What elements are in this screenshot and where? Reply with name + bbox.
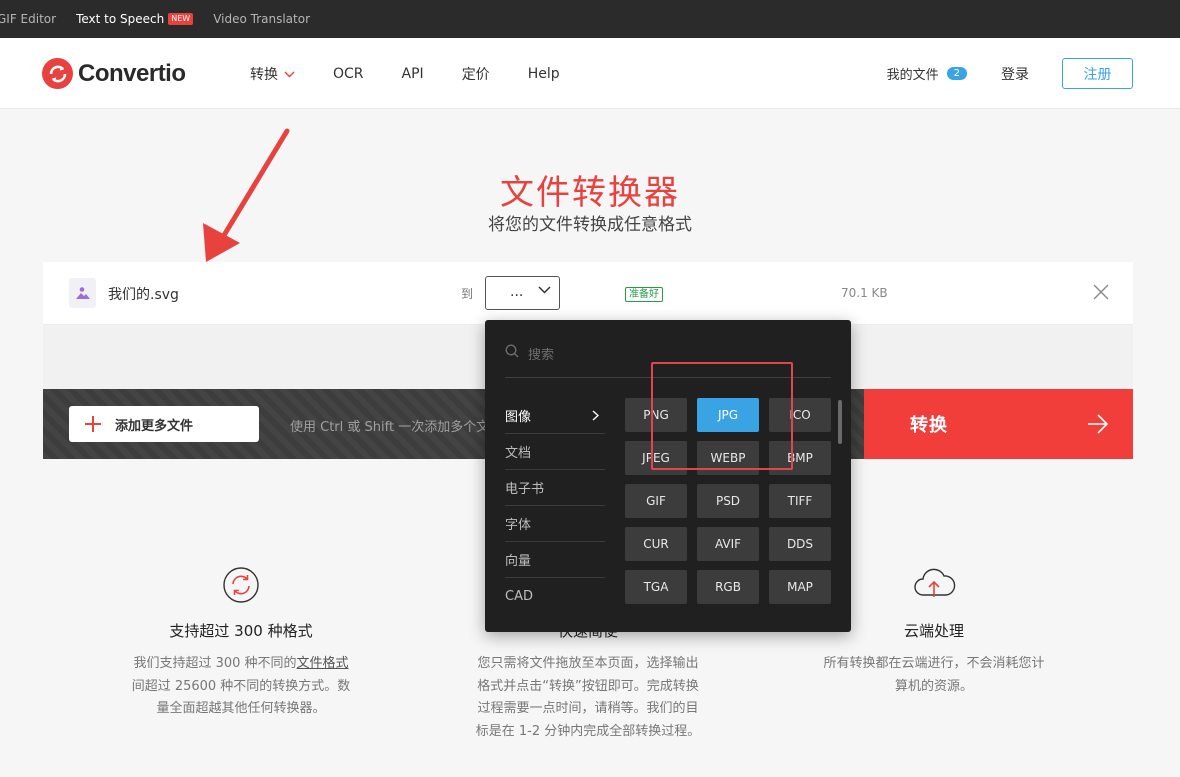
file-row: 我们的.svg 到 ... 准备好 70.1 KB bbox=[43, 262, 1133, 325]
feature-desc-line: 您只需将文件拖放至本页面，选择输出 bbox=[477, 656, 699, 671]
header-actions: 我的文件 2 登录 注册 bbox=[887, 58, 1133, 89]
feature-desc-line: 算机的资源。 bbox=[894, 678, 973, 694]
chevron-right-icon bbox=[592, 410, 599, 421]
topbar-link-gif-editor[interactable]: GIF Editor bbox=[0, 12, 56, 26]
format-option-avif[interactable]: AVIF bbox=[697, 527, 759, 561]
convert-label: 转换 bbox=[910, 415, 948, 436]
feature-title: 支持超过 300 种格式 bbox=[169, 622, 313, 640]
format-select[interactable]: ... bbox=[485, 276, 560, 310]
category-vector[interactable]: 向量 bbox=[505, 542, 605, 578]
my-files-label: 我的文件 bbox=[886, 68, 939, 83]
feature-description: 我们支持超过 300 种不同的文件格式 间超过 25600 种不同的转换方式。数… bbox=[96, 653, 386, 721]
main-nav: 转换 OCR API 定价 Help bbox=[250, 64, 598, 84]
format-option-tga[interactable]: TGA bbox=[625, 570, 687, 604]
file-formats-link[interactable]: 文件格式 bbox=[297, 656, 349, 671]
topbar-link-video-translator[interactable]: Video Translator bbox=[213, 12, 310, 26]
feature-desc-line: 间超过 25600 种不同的转换方式。数 bbox=[131, 678, 351, 694]
feature-desc-line: 过程需要一点时间，请稍等。我们的目 bbox=[477, 701, 699, 716]
page-title: 文件转换器 bbox=[500, 173, 680, 213]
feature-formats: 支持超过 300 种格式 我们支持超过 300 种不同的文件格式 间超过 256… bbox=[96, 565, 386, 721]
logo-text: Convertio bbox=[78, 59, 186, 87]
category-ebook[interactable]: 电子书 bbox=[505, 470, 605, 506]
nav-ocr[interactable]: OCR bbox=[333, 64, 364, 84]
chevron-down-icon bbox=[538, 286, 551, 294]
nav-help[interactable]: Help bbox=[528, 64, 560, 84]
format-option-tiff[interactable]: TIFF bbox=[769, 484, 831, 518]
format-option-cur[interactable]: CUR bbox=[625, 527, 687, 561]
nav-api[interactable]: API bbox=[402, 64, 424, 84]
feature-description: 所有转换都在云端进行，不会消耗您计 算机的资源。 bbox=[789, 653, 1079, 698]
topbar-link-text-to-speech[interactable]: Text to Speech NEW bbox=[76, 12, 194, 26]
feature-desc-line: 标是在 1-2 分钟内完成全部转换过程。 bbox=[475, 723, 701, 739]
refresh-icon bbox=[96, 565, 386, 605]
to-label: 到 bbox=[461, 287, 474, 301]
status-badge: 准备好 bbox=[625, 287, 663, 302]
logo[interactable]: Convertio bbox=[42, 58, 186, 89]
nav-convert[interactable]: 转换 bbox=[250, 64, 295, 84]
top-product-bar: GIF Editor Text to Speech NEW Video Tran… bbox=[0, 0, 1180, 38]
nav-label: 转换 bbox=[250, 67, 278, 83]
plus-icon bbox=[85, 416, 101, 432]
image-file-icon bbox=[69, 278, 96, 308]
site-header: Convertio 转换 OCR API 定价 Help 我的文件 2 登录 注… bbox=[0, 38, 1180, 109]
format-option-psd[interactable]: PSD bbox=[697, 484, 759, 518]
feature-desc-line: 量全面超越其他任何转换器。 bbox=[156, 701, 326, 716]
search-icon bbox=[505, 344, 519, 358]
feature-desc-line: 我们支持超过 300 种不同的 bbox=[133, 656, 297, 671]
add-more-files-label: 添加更多文件 bbox=[115, 418, 194, 434]
feature-desc-line: 格式并点击“转换”按钮即可。完成转换 bbox=[477, 678, 699, 694]
close-icon[interactable] bbox=[1093, 284, 1109, 300]
feature-desc-line: 所有转换都在云端进行，不会消耗您计 bbox=[823, 656, 1045, 671]
file-size: 70.1 KB bbox=[841, 286, 888, 300]
arrow-right-icon bbox=[1088, 414, 1109, 434]
my-files-link[interactable]: 我的文件 2 bbox=[887, 64, 967, 83]
search-placeholder: 搜索 bbox=[528, 348, 555, 363]
format-select-value: ... bbox=[510, 284, 524, 300]
category-list: 图像 文档 电子书 字体 向量 CAD bbox=[505, 398, 605, 614]
topbar-link-label: Text to Speech bbox=[76, 12, 165, 26]
file-name: 我们的.svg bbox=[108, 287, 179, 303]
chevron-down-icon bbox=[284, 71, 295, 77]
category-document[interactable]: 文档 bbox=[505, 434, 605, 470]
login-link[interactable]: 登录 bbox=[1001, 64, 1029, 84]
format-option-dds[interactable]: DDS bbox=[769, 527, 831, 561]
my-files-count-badge: 2 bbox=[946, 67, 967, 80]
nav-pricing[interactable]: 定价 bbox=[462, 64, 490, 84]
feature-description: 您只需将文件拖放至本页面，选择输出 格式并点击“转换”按钮即可。完成转换 过程需… bbox=[443, 653, 733, 743]
convert-button[interactable]: 转换 bbox=[864, 389, 1133, 459]
category-font[interactable]: 字体 bbox=[505, 506, 605, 542]
format-option-rgb[interactable]: RGB bbox=[697, 570, 759, 604]
annotation-highlight-box bbox=[651, 362, 793, 470]
category-image[interactable]: 图像 bbox=[505, 398, 605, 434]
add-more-files-button[interactable]: 添加更多文件 bbox=[69, 406, 259, 442]
format-option-map[interactable]: MAP bbox=[769, 570, 831, 604]
page-subtitle: 将您的文件转换成任意格式 bbox=[488, 215, 692, 235]
logo-mark-icon bbox=[42, 58, 73, 89]
dropdown-scrollbar[interactable] bbox=[838, 400, 842, 444]
category-label: 图像 bbox=[505, 410, 532, 425]
new-badge: NEW bbox=[168, 13, 194, 25]
add-files-hint: 使用 Ctrl 或 Shift 一次添加多个文件 bbox=[290, 420, 485, 435]
category-cad[interactable]: CAD bbox=[505, 578, 605, 614]
format-option-gif[interactable]: GIF bbox=[625, 484, 687, 518]
signup-button[interactable]: 注册 bbox=[1062, 58, 1133, 89]
